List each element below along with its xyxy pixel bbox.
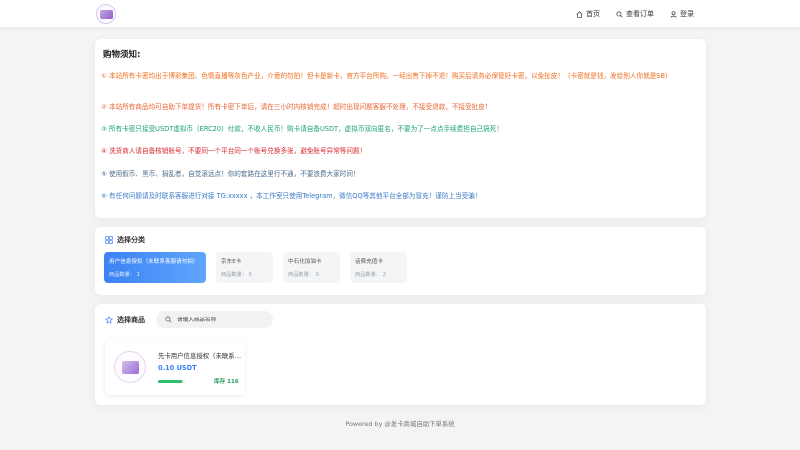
category-item-jd-ecard[interactable]: 京东E卡 商品数量： 5: [216, 252, 273, 283]
product-name: 先卡用户信息授权（未联系客服请勿拍）: [158, 352, 242, 360]
nav-home[interactable]: 首页: [576, 9, 600, 19]
category-name: 用户信息授权（未联系客服请勿拍）: [109, 259, 199, 265]
nav-login[interactable]: 登录: [670, 9, 694, 19]
notice-line-3: ③ 所有卡密只接受USDT虚拟币（ERC20）付款，不收人民币！购卡请自备USD…: [101, 125, 503, 133]
home-icon: [576, 10, 583, 18]
notice-line-5: ⑤ 使用假币、黑币、捐乱者，自觉滚远点！你的套路在这里行不通，不要浪费大家时间！: [101, 170, 360, 178]
top-navbar: 首页 查看订单 登录: [0, 0, 800, 28]
product-card: 选择商品 先卡用户信息授权（未联系客服请勿拍） 0.10 USDT 库存 116: [95, 304, 706, 405]
nav-menu: 首页 查看订单 登录: [576, 0, 694, 28]
category-count: 商品数量： 0: [288, 271, 335, 278]
user-icon: [670, 10, 677, 18]
category-count-value: 1: [136, 272, 140, 278]
stock-progress-bar: [158, 380, 185, 383]
notice-line-2: ② 本站所有商品均可自助下单提货！所有卡密下单后，请在三小时内核销完成！超时出现…: [101, 103, 492, 111]
product-image: [121, 360, 139, 374]
category-count-value: 2: [382, 272, 386, 278]
product-stock: 库存 116: [214, 379, 239, 385]
notice-line-6: ⑥ 有任何问题请及时联系客服进行对接 TG:xxxxx ，本工作室只使用Tele…: [101, 192, 482, 200]
category-count: 商品数量： 1: [109, 271, 201, 278]
nav-home-label: 首页: [586, 10, 600, 18]
notice-line-4: ④ 洗货商人请自备核销账号，不要同一个平台同一个账号兑换多张，避免账号异常等问题…: [101, 147, 367, 155]
category-count-value: 0: [315, 272, 319, 278]
category-item-phone-card[interactable]: 话费充值卡 商品数量： 2: [350, 252, 407, 283]
category-name: 京东E卡: [221, 259, 242, 265]
category-title-text: 选择分类: [117, 236, 145, 244]
product-item[interactable]: 先卡用户信息授权（未联系客服请勿拍） 0.10 USDT 库存 116: [105, 340, 245, 395]
product-section-title: 选择商品: [105, 315, 145, 325]
site-logo[interactable]: [96, 4, 116, 24]
footer-text: Powered by @发卡商城自助下单系统: [345, 420, 455, 428]
notice-line-1: ① 本站所有卡密均出于博彩集团、色情直播等灰色产业，介意的勿拍！但卡是新卡，官方…: [101, 72, 672, 80]
logo-image: [99, 9, 113, 19]
category-item-sinopec-card[interactable]: 中石化加油卡 商品数量： 0: [283, 252, 340, 283]
search-icon: [616, 10, 623, 18]
category-card: 选择分类 用户信息授权（未联系客服请勿拍） 商品数量： 1 京东E卡 商品数量：…: [95, 227, 706, 295]
category-list: 用户信息授权（未联系客服请勿拍） 商品数量： 1 京东E卡 商品数量： 5 中石…: [104, 252, 407, 283]
stock-progress-fill: [158, 380, 183, 383]
category-count: 商品数量： 5: [221, 271, 268, 278]
star-icon: [105, 316, 113, 324]
nav-orders[interactable]: 查看订单: [616, 9, 654, 19]
category-item-auth[interactable]: 用户信息授权（未联系客服请勿拍） 商品数量： 1: [104, 252, 206, 283]
product-thumbnail: [114, 351, 146, 383]
category-count: 商品数量： 2: [355, 271, 402, 278]
search-icon: [165, 316, 172, 323]
category-name: 中石化加油卡: [288, 259, 322, 265]
category-count-label: 商品数量：: [221, 272, 247, 278]
category-count-label: 商品数量：: [355, 272, 381, 278]
nav-orders-label: 查看订单: [626, 10, 654, 18]
category-count-label: 商品数量：: [288, 272, 314, 278]
category-name: 话费充值卡: [355, 259, 383, 265]
notice-title: 购物须知:: [103, 50, 141, 60]
category-count-value: 5: [248, 272, 252, 278]
category-count-label: 商品数量：: [109, 272, 135, 278]
product-price: 0.10 USDT: [158, 364, 197, 372]
nav-login-label: 登录: [680, 10, 694, 18]
product-title-text: 选择商品: [117, 316, 145, 324]
category-section-title: 选择分类: [105, 235, 145, 245]
product-search-box[interactable]: [156, 311, 273, 328]
shopping-notice-card: 购物须知: ① 本站所有卡密均出于博彩集团、色情直播等灰色产业，介意的勿拍！但卡…: [95, 39, 706, 218]
product-search-input[interactable]: [177, 316, 267, 323]
grid-icon: [105, 236, 113, 244]
